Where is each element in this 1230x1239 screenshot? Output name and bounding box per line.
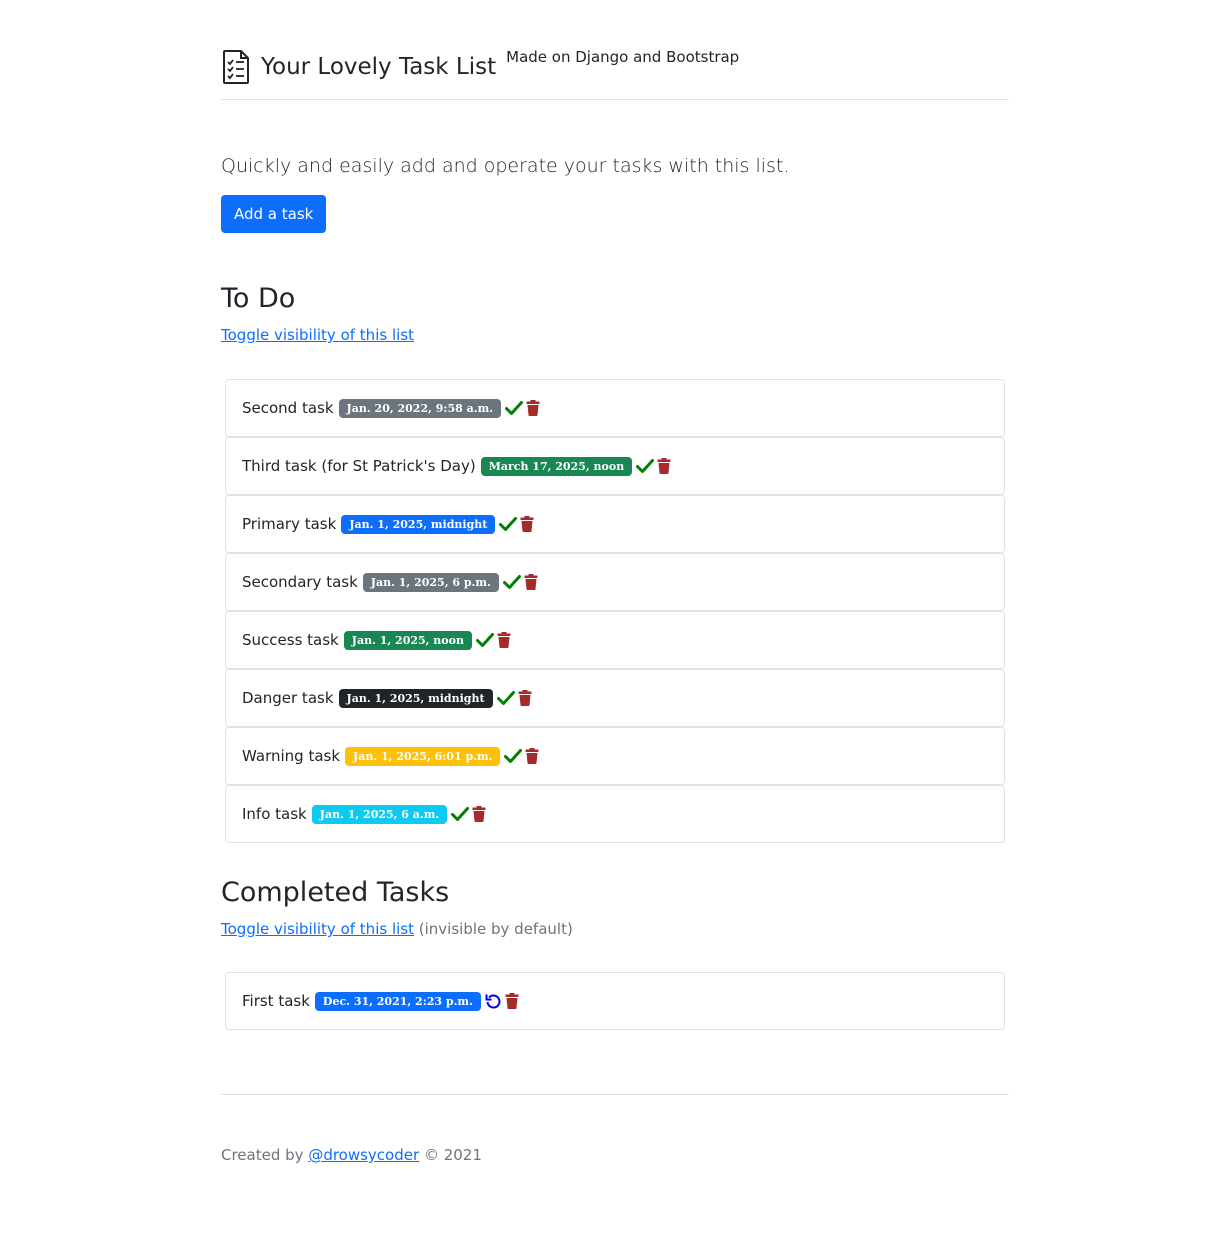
task-name: Primary task [242,515,337,533]
trash-icon[interactable] [518,690,532,706]
delete-task-button[interactable] [518,690,532,706]
check-icon[interactable] [636,458,655,474]
complete-task-button[interactable] [496,690,515,706]
task-item: Danger task Jan. 1, 2025, midnight [225,669,1005,727]
task-name: Secondary task [242,573,358,591]
task-item: Warning task Jan. 1, 2025, 6:01 p.m. [225,727,1005,785]
completed-toggle-row: Toggle visibility of this list (invisibl… [221,920,573,938]
delete-task-button[interactable] [520,516,534,532]
page-footer-divider [221,1094,1009,1095]
task-due-date-badge: March 17, 2025, noon [480,456,633,476]
intro-text: Quickly and easily add and operate your … [221,155,790,177]
complete-task-button[interactable] [636,458,655,474]
complete-task-button[interactable] [505,400,524,416]
todo-list: Second task Jan. 20, 2022, 9:58 a.m. Third… [225,379,1005,843]
task-due-date-badge: Dec. 31, 2021, 2:23 p.m. [314,991,481,1011]
complete-task-button[interactable] [475,632,494,648]
complete-task-button[interactable] [504,748,523,764]
task-item: Info task Jan. 1, 2025, 6 a.m. [225,785,1005,843]
todo-toggle-link[interactable]: Toggle visibility of this list [221,326,414,344]
delete-task-button[interactable] [497,632,511,648]
completed-list: First task Dec. 31, 2021, 2:23 p.m. [225,972,1005,1030]
trash-icon[interactable] [526,400,540,416]
task-due-date-badge: Jan. 1, 2025, 6 a.m. [311,804,448,824]
page-header: Your Lovely Task List Made on Django and… [221,0,1009,100]
task-due-date-badge: Jan. 1, 2025, midnight [341,514,496,534]
completed-toggle-link[interactable]: Toggle visibility of this list [221,920,414,938]
delete-task-button[interactable] [524,574,538,590]
complete-task-button[interactable] [502,574,521,590]
task-due-date-badge: Jan. 1, 2025, noon [343,630,472,650]
completed-note: (invisible by default) [418,920,573,938]
task-item: Secondary task Jan. 1, 2025, 6 p.m. [225,553,1005,611]
task-due-date-badge: Jan. 1, 2025, 6 p.m. [362,572,499,592]
check-icon[interactable] [499,516,518,532]
checklist-document-icon [223,50,249,84]
check-icon[interactable] [502,574,521,590]
task-name: Warning task [242,747,341,765]
delete-task-button[interactable] [657,458,671,474]
trash-icon[interactable] [505,993,519,1009]
undo-icon[interactable] [485,993,502,1010]
task-item: First task Dec. 31, 2021, 2:23 p.m. [225,972,1005,1030]
task-item: Third task (for St Patrick's Day) March 1… [225,437,1005,495]
task-name: Success task [242,631,339,649]
footer-copyright: © 2021 [423,1146,482,1164]
footer-text: Created by @drowsycoder © 2021 [221,1146,482,1164]
check-icon[interactable] [505,400,524,416]
delete-task-button[interactable] [525,748,539,764]
task-due-date-badge: Jan. 1, 2025, midnight [338,688,493,708]
complete-task-button[interactable] [499,516,518,532]
task-item: Primary task Jan. 1, 2025, midnight [225,495,1005,553]
delete-task-button[interactable] [472,806,486,822]
footer-prefix: Created by [221,1146,304,1164]
check-icon[interactable] [496,690,515,706]
check-icon[interactable] [451,806,470,822]
page-container: Your Lovely Task List Made on Django and… [221,0,1009,1164]
add-task-button[interactable]: Add a task [221,195,327,233]
page-subtitle: Made on Django and Bootstrap [506,48,740,66]
check-icon[interactable] [504,748,523,764]
task-due-date-badge: Jan. 20, 2022, 9:58 a.m. [338,398,502,418]
task-name: Second task [242,399,334,417]
task-name: Info task [242,805,307,823]
trash-icon[interactable] [472,806,486,822]
trash-icon[interactable] [520,516,534,532]
trash-icon[interactable] [524,574,538,590]
task-due-date-badge: Jan. 1, 2025, 6:01 p.m. [345,746,501,766]
task-name: Danger task [242,689,334,707]
page-title[interactable]: Your Lovely Task List [261,48,496,86]
task-item: Second task Jan. 20, 2022, 9:58 a.m. [225,379,1005,437]
check-icon[interactable] [475,632,494,648]
trash-icon[interactable] [657,458,671,474]
task-name: First task [242,992,310,1010]
delete-task-button[interactable] [505,993,519,1009]
completed-title: Completed Tasks [221,877,450,908]
restore-task-button[interactable] [485,993,502,1010]
author-link[interactable]: @drowsycoder [308,1146,419,1164]
delete-task-button[interactable] [526,400,540,416]
complete-task-button[interactable] [451,806,470,822]
trash-icon[interactable] [497,632,511,648]
trash-icon[interactable] [525,748,539,764]
todo-title: To Do [221,283,296,314]
task-name: Third task (for St Patrick's Day) [242,457,476,475]
task-item: Success task Jan. 1, 2025, noon [225,611,1005,669]
